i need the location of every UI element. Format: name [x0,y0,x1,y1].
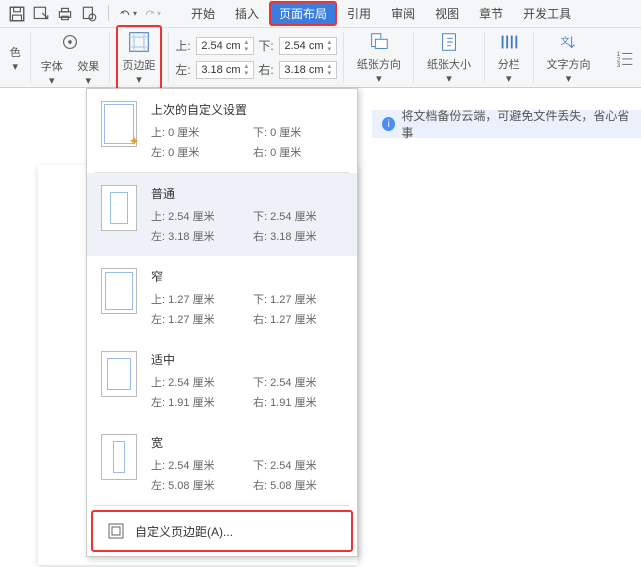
quick-access-toolbar: ▾ ▾ [4,5,165,23]
columns-icon [497,30,521,54]
tab-page-layout[interactable]: 页面布局 [269,1,337,26]
svg-text:3: 3 [617,62,621,69]
tab-view[interactable]: 视图 [425,1,469,26]
margin-bottom-spinner[interactable]: 下:2.54 cm▴▾ [258,37,337,55]
margins-option-normal[interactable]: 普通 上: 2.54 厘米 下: 2.54 厘米 左: 3.18 厘米 右: 3… [87,173,357,256]
orientation-icon [367,30,391,54]
columns-button[interactable]: 分栏 ▾ [491,28,527,87]
ribbon-group-margin-values: 上:2.54 cm▴▾ 下:2.54 cm▴▾ 左:3.18 cm▴▾ 右:3.… [169,32,344,83]
preset-title: 窄 [151,268,343,285]
margins-label: 页边距 ▾ [120,57,159,86]
separator [95,505,349,506]
paper-size-button[interactable]: 纸张大小 ▾ [420,28,477,87]
ribbon-group-margins: 页边距 ▾ [110,32,170,83]
margins-button[interactable]: 页边距 ▾ [116,25,163,90]
margins-dropdown: ✦ 上次的自定义设置 上: 0 厘米 下: 0 厘米 左: 0 厘米 右: 0 … [86,88,358,557]
spinner-arrows-icon[interactable]: ▴▾ [240,63,252,77]
tab-start[interactable]: 开始 [181,1,225,26]
ribbon-group-columns: 分栏 ▾ [485,32,534,83]
info-text: 将文档备份云端，可避免文件丢失，省心省事 [401,107,631,141]
text-direction-button[interactable]: 文 文字方向 ▾ [540,28,597,87]
preset-title: 上次的自定义设置 [151,101,343,118]
tab-references[interactable]: 引用 [337,1,381,26]
info-icon: i [382,117,395,131]
margin-left-spinner[interactable]: 左:3.18 cm▴▾ [175,61,254,79]
custom-margins-label: 自定义页边距(A)... [135,523,233,540]
spinner-arrows-icon[interactable]: ▴▾ [323,63,335,77]
fonts-button[interactable]: 字体 ▾ [37,58,66,87]
save-icon[interactable] [8,5,26,23]
ribbon-tabs: 开始 插入 页面布局 引用 审阅 视图 章节 开发工具 [181,1,581,26]
tab-chapter[interactable]: 章节 [469,1,513,26]
effects-button[interactable]: 效果 ▾ [74,58,103,87]
preset-title: 普通 [151,185,343,202]
title-bar: ▾ ▾ 开始 插入 页面布局 引用 审阅 视图 章节 开发工具 [0,0,641,28]
line-numbers-button[interactable]: 123 [609,44,641,72]
text-direction-icon: 文 [556,30,580,54]
undo-icon[interactable]: ▾ [119,5,137,23]
preset-thumb-icon [101,185,137,231]
preset-title: 宽 [151,434,343,451]
cloud-backup-tip[interactable]: i 将文档备份云端，可避免文件丢失，省心省事 [372,110,641,138]
margins-option-wide[interactable]: 宽 上: 2.54 厘米 下: 2.54 厘米 左: 5.08 厘米 右: 5.… [87,422,357,505]
line-numbers-icon: 123 [613,46,637,70]
margins-option-narrow[interactable]: 窄 上: 1.27 厘米 下: 1.27 厘米 左: 1.27 厘米 右: 1.… [87,256,357,339]
redo-icon[interactable]: ▾ [143,5,161,23]
sparkle-icon: ✦ [128,133,140,150]
margin-top-spinner[interactable]: 上:2.54 cm▴▾ [175,37,254,55]
print-icon[interactable] [56,5,74,23]
spinner-arrows-icon[interactable]: ▴▾ [323,39,335,53]
preset-thumb-icon [101,434,137,480]
separator [108,5,109,21]
spinner-arrows-icon[interactable]: ▴▾ [240,39,252,53]
ribbon-group-extra: 123 [603,32,641,83]
tab-review[interactable]: 审阅 [381,1,425,26]
preset-thumb-icon [101,268,137,314]
colors-button[interactable]: 色 ▾ [6,44,24,73]
save-as-icon[interactable] [32,5,50,23]
custom-margins-icon [107,522,125,540]
preset-thumb-icon: ✦ [101,101,137,147]
watermark-button[interactable] [37,28,102,56]
print-preview-icon[interactable] [80,5,98,23]
margins-option-last-custom[interactable]: ✦ 上次的自定义设置 上: 0 厘米 下: 0 厘米 左: 0 厘米 右: 0 … [87,89,357,172]
watermark-icon [58,30,82,54]
tab-dev-tools[interactable]: 开发工具 [513,1,581,26]
ribbon-group-font: 字体 ▾效果 ▾ [31,32,109,83]
margin-right-spinner[interactable]: 右:3.18 cm▴▾ [258,61,337,79]
tab-insert[interactable]: 插入 [225,1,269,26]
margins-icon [126,29,152,55]
ribbon-group-text-direction: 文 文字方向 ▾ [534,32,603,83]
preset-title: 适中 [151,351,343,368]
margins-option-moderate[interactable]: 适中 上: 2.54 厘米 下: 2.54 厘米 左: 1.91 厘米 右: 1… [87,339,357,422]
ribbon: 色 ▾ 字体 ▾效果 ▾ 页边距 ▾ 上:2.54 cm▴▾ 下:2.54 cm… [0,28,641,88]
paper-size-icon [437,30,461,54]
orientation-button[interactable]: 纸张方向 ▾ [350,28,407,87]
margins-custom-button[interactable]: 自定义页边距(A)... [91,510,353,552]
ribbon-group-size: 纸张大小 ▾ [414,32,484,83]
svg-text:文: 文 [561,35,570,46]
preset-thumb-icon [101,351,137,397]
ribbon-group-orientation: 纸张方向 ▾ [344,32,414,83]
ribbon-group-theme: 色 ▾ [0,32,31,83]
